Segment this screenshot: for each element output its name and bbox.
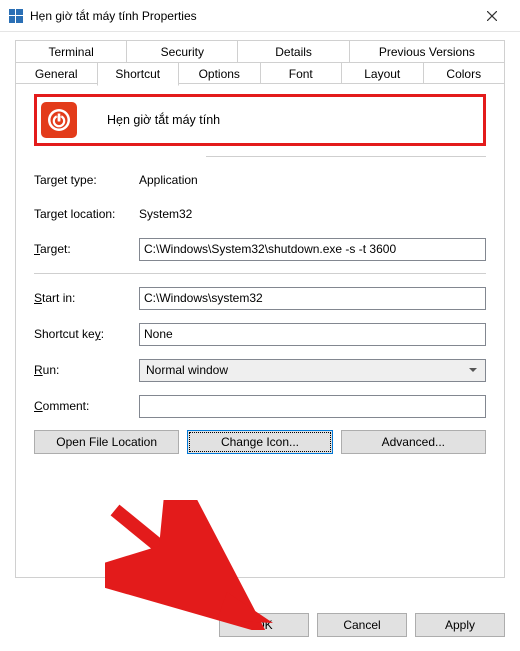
label-start-in: Start in: bbox=[34, 291, 139, 305]
tab-general[interactable]: General bbox=[15, 62, 98, 84]
tab-label: Colors bbox=[446, 67, 481, 81]
shortcut-header-highlight: Hẹn giờ tắt máy tính bbox=[34, 94, 486, 146]
label-ul: C bbox=[34, 399, 43, 413]
power-icon bbox=[41, 102, 77, 138]
titlebar: Hẹn giờ tắt máy tính Properties bbox=[0, 0, 520, 32]
label-pre: Shortcut ke bbox=[34, 327, 95, 341]
tab-security[interactable]: Security bbox=[126, 40, 238, 62]
tab-label: Font bbox=[289, 67, 313, 81]
label-rest: omment: bbox=[43, 399, 90, 413]
close-button[interactable] bbox=[472, 2, 512, 30]
change-icon-button[interactable]: Change Icon... bbox=[187, 430, 332, 454]
tab-colors[interactable]: Colors bbox=[423, 62, 506, 84]
label-run: Run: bbox=[34, 363, 139, 377]
dialog-buttons: OK Cancel Apply bbox=[219, 613, 505, 637]
label-rest: arget: bbox=[40, 242, 71, 256]
apply-button[interactable]: Apply bbox=[415, 613, 505, 637]
tab-label: Security bbox=[161, 45, 204, 59]
tab-label: General bbox=[35, 67, 78, 81]
run-select[interactable]: Normal window bbox=[139, 359, 486, 382]
btn-label: Apply bbox=[445, 618, 475, 632]
cancel-button[interactable]: Cancel bbox=[317, 613, 407, 637]
tab-details[interactable]: Details bbox=[237, 40, 349, 62]
value-target-type: Application bbox=[139, 173, 198, 187]
open-file-location-button[interactable]: Open File Location bbox=[34, 430, 179, 454]
row-target-type: Target type: Application bbox=[34, 169, 486, 191]
row-shortcut-key: Shortcut key: bbox=[34, 322, 486, 346]
tab-font[interactable]: Font bbox=[260, 62, 343, 84]
row-comment: Comment: bbox=[34, 394, 486, 418]
tab-terminal[interactable]: Terminal bbox=[15, 40, 127, 62]
tab-layout[interactable]: Layout bbox=[341, 62, 424, 84]
row-run: Run: Normal window bbox=[34, 358, 486, 382]
action-buttons: Open File Location Change Icon... Advanc… bbox=[34, 430, 486, 454]
tabs-row-2: General Shortcut Options Font Layout Col… bbox=[15, 62, 505, 84]
label-ul: S bbox=[34, 291, 42, 305]
label-shortcut-key: Shortcut key: bbox=[34, 327, 139, 341]
run-value: Normal window bbox=[146, 363, 228, 377]
label-ul: R bbox=[34, 363, 43, 377]
btn-label: Change Icon... bbox=[221, 435, 299, 449]
label-target-location: Target location: bbox=[34, 207, 139, 221]
label-rest: tart in: bbox=[42, 291, 75, 305]
window-icon bbox=[8, 8, 24, 24]
label-post: : bbox=[101, 327, 104, 341]
btn-label: Cancel bbox=[343, 618, 380, 632]
shortcut-name: Hẹn giờ tắt máy tính bbox=[107, 113, 220, 127]
target-input[interactable] bbox=[139, 238, 486, 261]
row-start-in: Start in: bbox=[34, 286, 486, 310]
tab-label: Shortcut bbox=[115, 67, 160, 81]
btn-label: Advanced... bbox=[382, 435, 445, 449]
shortcut-key-input[interactable] bbox=[139, 323, 486, 346]
btn-label: OK bbox=[255, 618, 272, 632]
row-target-location: Target location: System32 bbox=[34, 203, 486, 225]
value-target-location: System32 bbox=[139, 207, 192, 221]
tab-options[interactable]: Options bbox=[178, 62, 261, 84]
label-comment: Comment: bbox=[34, 399, 139, 413]
row-target: Target: bbox=[34, 237, 486, 261]
tab-shortcut[interactable]: Shortcut bbox=[97, 62, 180, 86]
comment-input[interactable] bbox=[139, 395, 486, 418]
dialog-content: Terminal Security Details Previous Versi… bbox=[15, 40, 505, 596]
tabs-row-1: Terminal Security Details Previous Versi… bbox=[15, 40, 505, 62]
tab-label: Previous Versions bbox=[379, 45, 475, 59]
btn-label: Open File Location bbox=[56, 435, 157, 449]
tab-previous-versions[interactable]: Previous Versions bbox=[349, 40, 505, 62]
start-in-input[interactable] bbox=[139, 287, 486, 310]
tab-label: Layout bbox=[364, 67, 400, 81]
tab-label: Terminal bbox=[48, 45, 93, 59]
tab-label: Options bbox=[199, 67, 240, 81]
divider bbox=[206, 156, 486, 157]
label-target: Target: bbox=[34, 242, 139, 256]
window-title: Hẹn giờ tắt máy tính Properties bbox=[30, 9, 472, 23]
label-target-type: Target type: bbox=[34, 173, 139, 187]
tab-panel-shortcut: Hẹn giờ tắt máy tính Target type: Applic… bbox=[15, 83, 505, 578]
ok-button[interactable]: OK bbox=[219, 613, 309, 637]
tab-label: Details bbox=[275, 45, 312, 59]
advanced-button[interactable]: Advanced... bbox=[341, 430, 486, 454]
divider bbox=[34, 273, 486, 274]
label-rest: un: bbox=[43, 363, 60, 377]
